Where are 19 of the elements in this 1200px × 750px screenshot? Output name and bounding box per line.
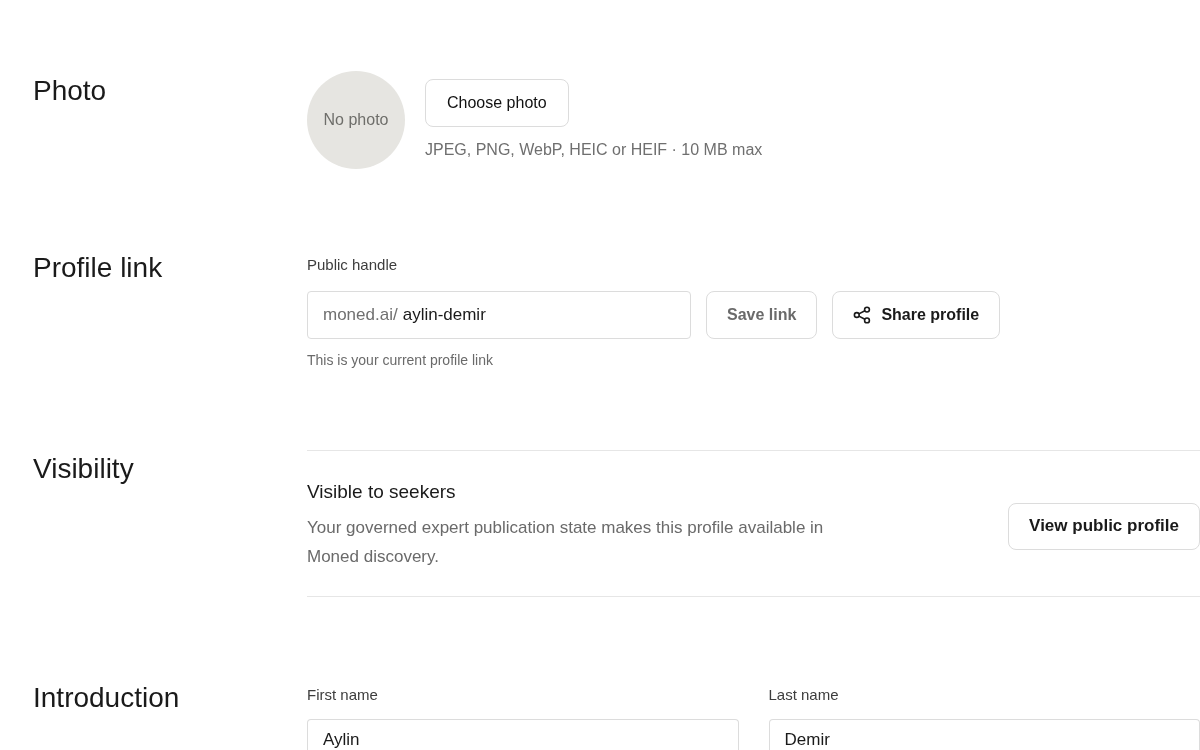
section-heading: Profile link: [33, 251, 164, 285]
section-heading: Photo: [33, 74, 108, 108]
visibility-description: Your governed expert publication state makes this profile available in Moned discovery.: [307, 517, 825, 568]
helper-text: This is your current profile link: [307, 352, 494, 369]
handle-input[interactable]: moned.ai/ aylin-demir: [307, 291, 691, 339]
choose-photo-button[interactable]: Choose photo: [425, 79, 569, 127]
text-input[interactable]: Demir: [768, 719, 1200, 750]
section-heading: Introduction: [33, 681, 181, 715]
section-heading: Visibility: [33, 452, 135, 486]
field-label: First name: [307, 686, 379, 704]
view-public-profile-button[interactable]: View public profile: [1008, 502, 1200, 550]
share-profile-button[interactable]: Share profile: [832, 291, 1001, 339]
file-hint: JPEG, PNG, WebP, HEIC or HEIF · 10 MB max: [425, 140, 763, 160]
field-label: Last name: [768, 686, 840, 704]
text-input[interactable]: Aylin: [307, 719, 739, 750]
no-photo-text: No photo: [323, 110, 389, 130]
visibility-status: Visible to seekers: [307, 481, 457, 503]
field-label: Public handle: [307, 256, 399, 274]
share-icon: [853, 306, 872, 324]
